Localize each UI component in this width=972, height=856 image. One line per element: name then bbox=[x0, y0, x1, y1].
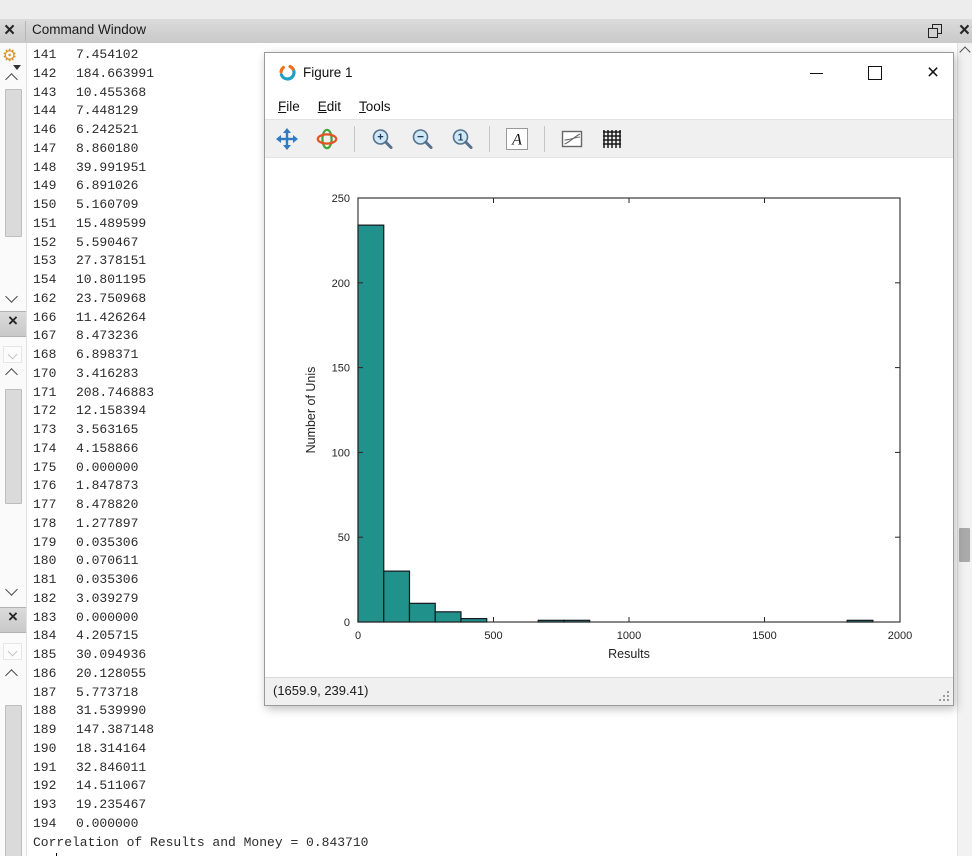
grid-icon[interactable] bbox=[599, 126, 625, 152]
scroll-up-icon[interactable] bbox=[5, 368, 18, 381]
command-output-row: 19132.846011 bbox=[27, 759, 958, 778]
figure-window-title: Figure 1 bbox=[303, 65, 353, 80]
command-window-title: Command Window bbox=[32, 22, 146, 37]
command-output-row: 19018.314164 bbox=[27, 740, 958, 759]
svg-text:200: 200 bbox=[332, 278, 350, 290]
scroll-up-icon[interactable] bbox=[5, 73, 18, 86]
command-prompt[interactable]: >> bbox=[33, 852, 958, 856]
zoom-original-icon[interactable]: 1 bbox=[449, 126, 475, 152]
dock-panel-titlebar: × bbox=[0, 607, 26, 633]
axes-icon[interactable] bbox=[559, 126, 585, 152]
scroll-up-icon[interactable] bbox=[959, 46, 970, 57]
pan-icon[interactable] bbox=[274, 126, 300, 152]
scroll-down-icon[interactable] bbox=[5, 583, 18, 596]
top-strip bbox=[0, 0, 972, 19]
undock-icon[interactable] bbox=[928, 24, 942, 38]
resize-grip-icon[interactable] bbox=[939, 691, 949, 701]
zoom-in-icon[interactable]: + bbox=[369, 126, 395, 152]
chevron-down-icon bbox=[13, 65, 21, 70]
insert-text-icon[interactable]: A bbox=[504, 126, 530, 152]
svg-text:1: 1 bbox=[458, 132, 464, 143]
scroll-up-icon[interactable] bbox=[5, 669, 18, 682]
command-output-row: 1940.000000 bbox=[27, 815, 958, 834]
figure-statusbar: (1659.9, 239.41) bbox=[265, 677, 953, 705]
close-icon[interactable]: × bbox=[4, 21, 15, 40]
menu-tools[interactable]: Tools bbox=[359, 99, 391, 114]
titlebar-separator bbox=[25, 21, 26, 41]
figure-canvas[interactable]: 0 500 1000 1500 2000 0 50 100 150 200 250 Results Nu… bbox=[265, 158, 953, 677]
svg-text:+: + bbox=[377, 131, 383, 143]
scrollbar-thumb[interactable] bbox=[5, 89, 22, 237]
rotate-3d-icon[interactable] bbox=[314, 126, 340, 152]
toolbar-separator bbox=[489, 126, 490, 152]
svg-text:1500: 1500 bbox=[752, 630, 776, 642]
figure-titlebar[interactable]: Figure 1 × bbox=[265, 53, 953, 93]
menu-edit[interactable]: Edit bbox=[318, 99, 341, 114]
zoom-out-icon[interactable]: − bbox=[409, 126, 435, 152]
scrollbar-thumb[interactable] bbox=[5, 389, 22, 504]
svg-text:Number of Unis: Number of Unis bbox=[304, 367, 318, 454]
command-output-line: Correlation of Results and Money = 0.843… bbox=[33, 834, 958, 853]
maximize-button[interactable] bbox=[865, 63, 885, 83]
command-output-row: 19319.235467 bbox=[27, 796, 958, 815]
scroll-down-icon[interactable] bbox=[5, 290, 18, 303]
svg-text:1000: 1000 bbox=[617, 630, 641, 642]
combo-arrow-icon[interactable] bbox=[3, 346, 22, 363]
svg-text:0: 0 bbox=[344, 617, 350, 629]
svg-text:A: A bbox=[511, 131, 522, 148]
left-dock-rail: ⚙ × × bbox=[0, 43, 27, 856]
figure-window: Figure 1 × File Edit Tools bbox=[264, 52, 954, 706]
minimize-button[interactable] bbox=[807, 63, 827, 83]
svg-text:100: 100 bbox=[332, 447, 350, 459]
svg-text:150: 150 bbox=[332, 363, 350, 375]
close-icon[interactable]: × bbox=[959, 21, 970, 40]
command-window-titlebar: × Command Window × bbox=[0, 19, 972, 44]
figure-toolbar: + − 1 A bbox=[265, 119, 953, 158]
svg-text:Results: Results bbox=[608, 647, 650, 661]
toolbar-separator bbox=[354, 126, 355, 152]
octave-logo-icon bbox=[278, 63, 297, 82]
figure-menubar: File Edit Tools bbox=[265, 93, 953, 119]
command-output-row: 19214.511067 bbox=[27, 777, 958, 796]
menu-file[interactable]: File bbox=[278, 99, 300, 114]
histogram-chart[interactable]: 0 500 1000 1500 2000 0 50 100 150 200 250 Results Nu… bbox=[265, 158, 955, 677]
combo-arrow-icon[interactable] bbox=[3, 643, 22, 660]
dock-panel-titlebar: × bbox=[0, 311, 26, 337]
svg-text:2000: 2000 bbox=[888, 630, 912, 642]
svg-text:−: − bbox=[417, 129, 424, 143]
close-button[interactable]: × bbox=[923, 63, 943, 83]
svg-text:500: 500 bbox=[484, 630, 502, 642]
scrollbar-thumb[interactable] bbox=[959, 528, 970, 562]
svg-text:50: 50 bbox=[338, 532, 350, 544]
close-icon[interactable]: × bbox=[8, 607, 18, 626]
octave-desktop: × Command Window × ⚙ × × 1417.4541021421… bbox=[0, 0, 972, 856]
close-icon[interactable]: × bbox=[8, 311, 18, 330]
cursor-coordinates: (1659.9, 239.41) bbox=[273, 683, 368, 698]
command-window-scrollbar[interactable] bbox=[957, 43, 972, 856]
toolbar-separator bbox=[544, 126, 545, 152]
scrollbar-thumb[interactable] bbox=[5, 705, 22, 856]
svg-text:0: 0 bbox=[355, 630, 361, 642]
gear-icon[interactable]: ⚙ bbox=[2, 47, 17, 64]
command-output-row: 189147.387148 bbox=[27, 721, 958, 740]
svg-text:250: 250 bbox=[332, 193, 350, 205]
